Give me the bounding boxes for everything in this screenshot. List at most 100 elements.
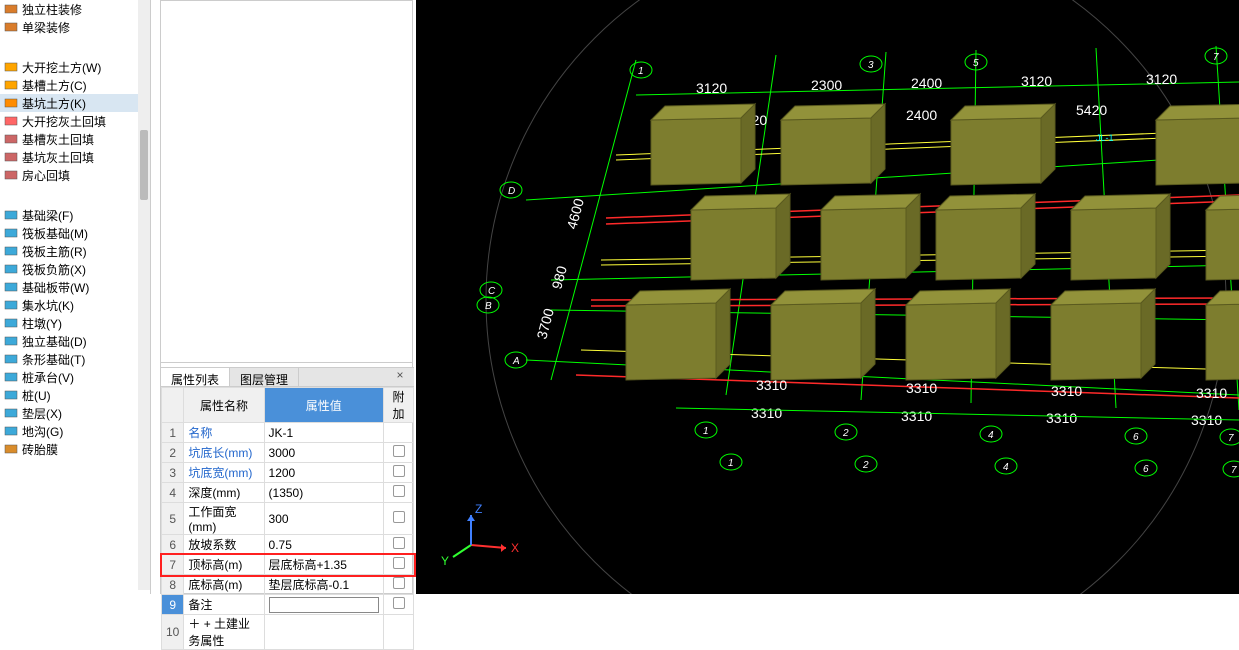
grid-bubble-bot-4[interactable]: 4 xyxy=(980,426,1002,442)
tree-item-22[interactable]: 砖胎膜 xyxy=(0,440,150,458)
tree-item-2[interactable]: 大开挖土方(W) xyxy=(0,58,150,76)
foundation-block[interactable] xyxy=(1156,104,1239,185)
prop-name: 底标高(m) xyxy=(184,575,264,595)
prop-row-5[interactable]: 5工作面宽(mm)300 xyxy=(162,503,414,535)
expand-icon[interactable]: ＋ xyxy=(188,617,200,631)
grid-bubble-bot2-7[interactable]: 7 xyxy=(1223,461,1239,477)
tree-item-7[interactable]: 基坑灰土回填 xyxy=(0,148,150,166)
prop-value[interactable]: 3000 xyxy=(264,443,383,463)
prop-value[interactable]: 层底标高+1.35 xyxy=(264,555,383,575)
grid-bubble-left-C[interactable]: C xyxy=(480,282,502,298)
prop-value[interactable]: 0.75 xyxy=(264,535,383,555)
svg-text:7: 7 xyxy=(1213,52,1219,63)
preview-area xyxy=(161,1,412,363)
tree-item-9[interactable]: 基础梁(F) xyxy=(0,206,150,224)
tree-item-13[interactable]: 基础板带(W) xyxy=(0,278,150,296)
tree-item-5[interactable]: 大开挖灰土回填 xyxy=(0,112,150,130)
grid-bubble-left-D[interactable]: D xyxy=(500,182,522,198)
col-value[interactable]: 属性值 xyxy=(264,388,383,423)
grid-bubble-bot-1[interactable]: 1 xyxy=(695,422,717,438)
grid-bubble-bot2-1[interactable]: 1 xyxy=(720,454,742,470)
foundation-block[interactable] xyxy=(906,289,1010,380)
tree-item-10[interactable]: 筏板基础(M) xyxy=(0,224,150,242)
foundation-block[interactable] xyxy=(936,194,1035,280)
prop-value[interactable]: 垫层底标高-0.1 xyxy=(264,575,383,595)
prop-row-2[interactable]: 2坑底长(mm)3000 xyxy=(162,443,414,463)
prop-name: 工作面宽(mm) xyxy=(184,503,264,535)
prop-row-4[interactable]: 4深度(mm)(1350) xyxy=(162,483,414,503)
tree-item-11[interactable]: 筏板主筋(R) xyxy=(0,242,150,260)
prop-value[interactable]: 1200 xyxy=(264,463,383,483)
foundation-block[interactable] xyxy=(1206,194,1239,280)
tree-item-14[interactable]: 集水坑(K) xyxy=(0,296,150,314)
tree-item-6[interactable]: 基槽灰土回填 xyxy=(0,130,150,148)
prop-value[interactable] xyxy=(264,615,383,650)
prop-row-6[interactable]: 6放坡系数0.75 xyxy=(162,535,414,555)
attach-checkbox[interactable] xyxy=(393,485,405,497)
row-number: 6 xyxy=(162,535,184,555)
grid-bubble-bot2-6[interactable]: 6 xyxy=(1135,460,1157,476)
foundation-block[interactable] xyxy=(821,194,920,280)
tree-item-19[interactable]: 桩(U) xyxy=(0,386,150,404)
prop-row-10[interactable]: 10＋ + 土建业务属性 xyxy=(162,615,414,650)
prop-value[interactable]: (1350) xyxy=(264,483,383,503)
grid-bubble-bot-2[interactable]: 2 xyxy=(835,424,857,440)
tree-item-15[interactable]: 柱墩(Y) xyxy=(0,314,150,332)
attach-checkbox[interactable] xyxy=(393,577,405,589)
3d-viewport[interactable]: 3120 2300 2400 3120 3120 5420 2400 5420 … xyxy=(416,0,1239,594)
tree-item-16[interactable]: 独立基础(D) xyxy=(0,332,150,350)
tree-item-0[interactable]: 独立柱装修 xyxy=(0,0,150,18)
cap-icon xyxy=(4,370,18,384)
grid-bubble-bot2-2[interactable]: 2 xyxy=(855,456,877,472)
foundation-block[interactable] xyxy=(691,194,790,280)
attach-checkbox[interactable] xyxy=(393,537,405,549)
tree-item-20[interactable]: 垫层(X) xyxy=(0,404,150,422)
tree-item-21[interactable]: 地沟(G) xyxy=(0,422,150,440)
foundation-block[interactable] xyxy=(626,289,730,380)
prop-value[interactable]: 300 xyxy=(264,503,383,535)
foundation-block[interactable] xyxy=(951,104,1055,185)
tree-scrollbar-thumb[interactable] xyxy=(140,130,148,200)
prop-row-8[interactable]: 8底标高(m)垫层底标高-0.1 xyxy=(162,575,414,595)
attach-checkbox[interactable] xyxy=(393,465,405,477)
tree-label: 独立柱装修 xyxy=(22,1,82,18)
tree-item-12[interactable]: 筏板负筋(X) xyxy=(0,260,150,278)
prop-value[interactable]: JK-1 xyxy=(264,423,383,443)
tree-item-17[interactable]: 条形基础(T) xyxy=(0,350,150,368)
tab-layer-mgmt[interactable]: 图层管理 xyxy=(230,368,299,386)
tree-scrollbar[interactable] xyxy=(138,0,150,590)
grid-bubble-bot-7[interactable]: 7 xyxy=(1220,429,1239,445)
close-icon[interactable]: × xyxy=(392,368,408,384)
foundation-block[interactable] xyxy=(1206,289,1239,380)
tree-item-3[interactable]: 基槽土方(C) xyxy=(0,76,150,94)
svg-text:3310: 3310 xyxy=(1046,410,1077,426)
tree-item-8[interactable]: 房心回填 xyxy=(0,166,150,184)
attach-checkbox[interactable] xyxy=(393,445,405,457)
foundation-block[interactable] xyxy=(651,104,755,185)
grid-bubble-top-3[interactable]: 3 xyxy=(860,56,882,72)
prop-row-1[interactable]: 1名称JK-1 xyxy=(162,423,414,443)
grid-bubble-bot2-4[interactable]: 4 xyxy=(995,458,1017,474)
dim-left-0: 4600 xyxy=(563,196,587,230)
prop-row-7[interactable]: 7顶标高(m)层底标高+1.35 xyxy=(162,555,414,575)
prop-row-3[interactable]: 3坑底宽(mm)1200 xyxy=(162,463,414,483)
tree-item-1[interactable]: 单梁装修 xyxy=(0,18,150,36)
attach-checkbox[interactable] xyxy=(393,597,405,609)
foundation-block[interactable] xyxy=(1071,194,1170,280)
svg-text:4: 4 xyxy=(1003,462,1009,473)
foundation-block[interactable] xyxy=(1051,289,1155,380)
grid-bubble-left-B[interactable]: B xyxy=(477,297,499,313)
grid-bubble-left-A[interactable]: A xyxy=(505,352,527,368)
tree-label: 房心回填 xyxy=(22,167,70,184)
foundation-block[interactable] xyxy=(771,289,875,380)
attach-checkbox[interactable] xyxy=(393,557,405,569)
attach-checkbox[interactable] xyxy=(393,511,405,523)
foundation-block[interactable] xyxy=(781,104,885,185)
tree-item-18[interactable]: 桩承台(V) xyxy=(0,368,150,386)
tree-item-4[interactable]: 基坑土方(K) xyxy=(0,94,150,112)
tab-property-list[interactable]: 属性列表 xyxy=(161,368,230,386)
grid-bubble-bot-6[interactable]: 6 xyxy=(1125,428,1147,444)
prop-value[interactable] xyxy=(264,595,383,615)
svg-text:6: 6 xyxy=(1133,432,1139,443)
prop-row-9[interactable]: 9备注 xyxy=(162,595,414,615)
